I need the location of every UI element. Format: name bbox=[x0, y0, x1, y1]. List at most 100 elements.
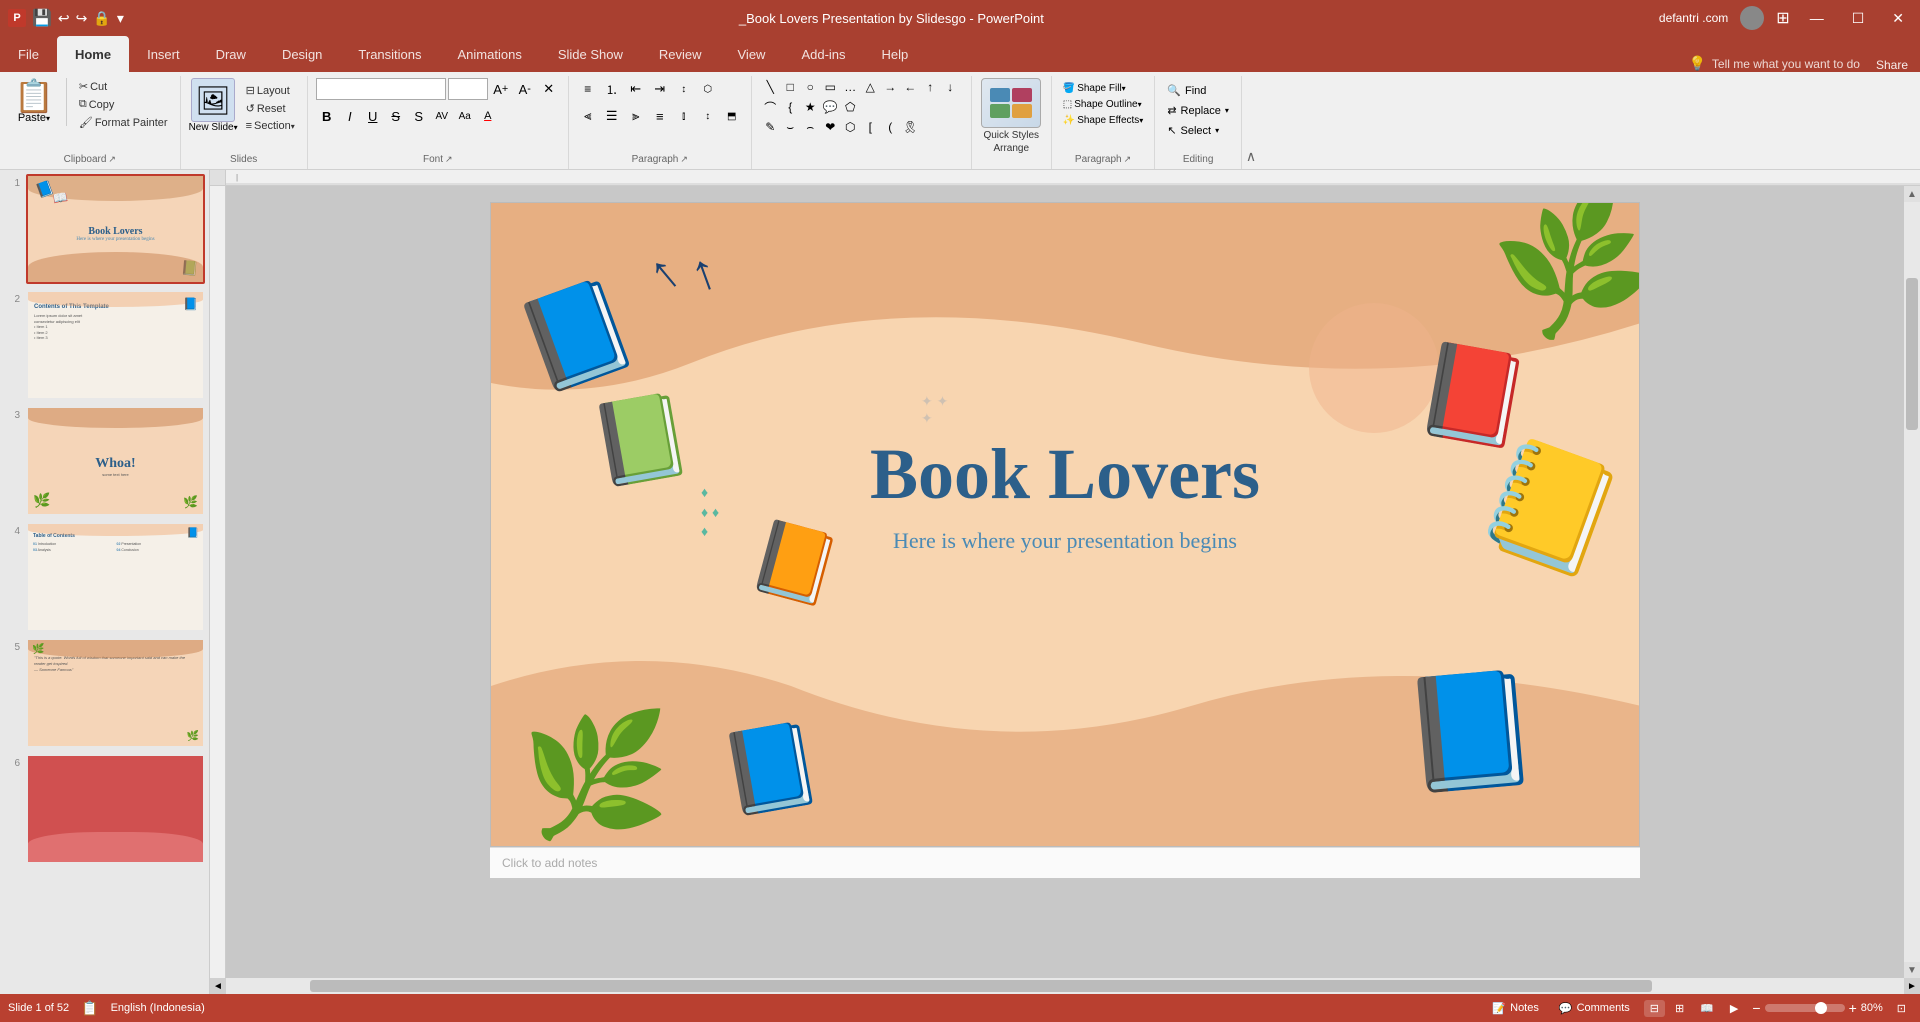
list-item[interactable]: 5 "This is a quote. Words full of wisdom… bbox=[4, 638, 205, 748]
save-icon[interactable]: 💾 bbox=[32, 8, 52, 28]
scroll-thumb-v[interactable] bbox=[1906, 278, 1918, 430]
shrink-font-button[interactable]: A- bbox=[514, 78, 536, 100]
scroll-right-arrow[interactable]: ► bbox=[1904, 978, 1920, 994]
list-item[interactable]: 3 Whoa! some text here 🌿 🌿 bbox=[4, 406, 205, 516]
shape-oval-btn[interactable]: ○ bbox=[801, 78, 819, 96]
shape-heart-btn[interactable]: ❤ bbox=[821, 118, 839, 136]
format-painter-button[interactable]: 🖌 Format Painter bbox=[75, 114, 172, 131]
quick-styles-button[interactable] bbox=[981, 78, 1041, 128]
tab-transitions[interactable]: Transitions bbox=[340, 36, 439, 72]
zoom-out-icon[interactable]: − bbox=[1752, 1000, 1760, 1016]
shape-paren-btn[interactable]: ( bbox=[881, 118, 899, 136]
shape-tri-btn[interactable]: △ bbox=[861, 78, 879, 96]
slide-sorter-button[interactable]: ⊞ bbox=[1669, 1000, 1690, 1017]
shape-arrow-down-btn[interactable]: ↓ bbox=[941, 78, 959, 96]
arrange-button[interactable]: Arrange bbox=[993, 143, 1029, 154]
shadow-button[interactable]: S bbox=[408, 105, 430, 127]
shape-outline-button[interactable]: ⬚ Shape Outline ▾ bbox=[1060, 98, 1145, 111]
tab-file[interactable]: File bbox=[0, 36, 57, 72]
maximize-button[interactable]: ☐ bbox=[1844, 8, 1873, 29]
slide-thumb-6[interactable] bbox=[26, 754, 205, 864]
scroll-up-arrow[interactable]: ▲ bbox=[1904, 186, 1920, 202]
drawing-dialog-icon[interactable]: ↗ bbox=[1124, 154, 1132, 165]
ribbon-collapse-icon[interactable]: ∧ bbox=[1246, 148, 1256, 165]
shape-brace-btn[interactable]: { bbox=[781, 98, 799, 116]
clipboard-dialog-icon[interactable]: ↗ bbox=[108, 154, 116, 165]
align-right-button[interactable]: ⫸ bbox=[625, 105, 647, 127]
redo-icon[interactable]: ↪ bbox=[76, 10, 88, 27]
layout-button[interactable]: ⊟ Layout bbox=[242, 82, 299, 99]
notes-input[interactable]: Click to add notes bbox=[490, 847, 1640, 878]
slide-thumb-1[interactable]: Book Lovers Here is where your presentat… bbox=[26, 174, 205, 284]
scroll-track-v[interactable] bbox=[1904, 202, 1920, 962]
zoom-level[interactable]: 80% bbox=[1861, 1002, 1883, 1014]
char-spacing-button[interactable]: AV bbox=[431, 105, 453, 127]
tab-draw[interactable]: Draw bbox=[198, 36, 264, 72]
list-item[interactable]: 1 Book Lovers Here is where your present… bbox=[4, 174, 205, 284]
font-color-button[interactable]: A bbox=[477, 105, 499, 127]
shape-more-btn[interactable]: … bbox=[841, 78, 859, 96]
increase-indent-button[interactable]: ⇥ bbox=[649, 78, 671, 100]
zoom-slider[interactable] bbox=[1765, 1004, 1845, 1012]
horizontal-scrollbar[interactable]: ◄ ► bbox=[210, 978, 1920, 994]
search-label[interactable]: Tell me what you want to do bbox=[1712, 57, 1860, 71]
clear-format-button[interactable]: ✕ bbox=[538, 78, 560, 100]
convert-smartart-button[interactable]: ⬡ bbox=[697, 78, 719, 100]
copy-button[interactable]: ⧉ Copy bbox=[75, 96, 172, 113]
find-button[interactable]: 🔍 Find bbox=[1163, 82, 1210, 99]
undo-icon[interactable]: ↩ bbox=[58, 10, 70, 27]
normal-view-button[interactable]: ⊟ bbox=[1644, 1000, 1665, 1017]
customize-icon[interactable]: ▾ bbox=[117, 10, 124, 27]
tab-help[interactable]: Help bbox=[864, 36, 927, 72]
line-spacing-button[interactable]: ↕ bbox=[697, 105, 719, 127]
slideshow-button[interactable]: ▶ bbox=[1724, 1000, 1744, 1017]
list-item[interactable]: 2 Contents of This Template Lorem ipsum … bbox=[4, 290, 205, 400]
list-item[interactable]: 4 Table of Contents 01 Introduction 02 P… bbox=[4, 522, 205, 632]
comments-toggle-button[interactable]: 💬 Comments bbox=[1553, 1000, 1636, 1017]
strikethrough-button[interactable]: S bbox=[385, 105, 407, 127]
quick-styles-label[interactable]: Quick Styles bbox=[983, 130, 1039, 141]
font-size-input[interactable] bbox=[448, 78, 488, 100]
shape-arc-btn[interactable]: ⌣ bbox=[781, 118, 799, 136]
shape-arrow-up-btn[interactable]: ↑ bbox=[921, 78, 939, 96]
minimize-button[interactable]: — bbox=[1802, 8, 1832, 28]
shape-callout-btn[interactable]: 💬 bbox=[821, 98, 839, 116]
zoom-thumb[interactable] bbox=[1815, 1002, 1827, 1014]
tab-home[interactable]: Home bbox=[57, 36, 129, 72]
change-case-button[interactable]: Aa bbox=[454, 105, 476, 127]
cut-button[interactable]: ✂ Cut bbox=[75, 78, 172, 95]
new-slide-button[interactable]: 🖼 New Slide▾ bbox=[189, 78, 238, 133]
scroll-down-arrow[interactable]: ▼ bbox=[1904, 962, 1920, 978]
slide-scroll[interactable]: 1 Book Lovers Here is where your present… bbox=[0, 170, 209, 994]
user-avatar[interactable] bbox=[1740, 6, 1764, 30]
font-dialog-icon[interactable]: ↗ bbox=[445, 154, 453, 165]
scroll-left-arrow[interactable]: ◄ bbox=[210, 978, 226, 994]
protect-icon[interactable]: 🔒 bbox=[93, 10, 110, 27]
shape-arrow-right-btn[interactable]: → bbox=[881, 78, 899, 96]
decrease-indent-button[interactable]: ⇤ bbox=[625, 78, 647, 100]
shape-line-btn[interactable]: ╲ bbox=[761, 78, 779, 96]
shape-rect2-btn[interactable]: ▭ bbox=[821, 78, 839, 96]
section-button[interactable]: ≡ Section▾ bbox=[242, 118, 299, 134]
shape-bracket-btn[interactable]: [ bbox=[861, 118, 879, 136]
notes-toggle-button[interactable]: 📝 Notes bbox=[1486, 1000, 1544, 1017]
select-button[interactable]: ↖ Select ▾ bbox=[1163, 122, 1223, 139]
tab-design[interactable]: Design bbox=[264, 36, 340, 72]
shape-hexagon-btn[interactable]: ⬡ bbox=[841, 118, 859, 136]
align-center-button[interactable]: ☰ bbox=[601, 105, 623, 127]
numbering-button[interactable]: ⒈ bbox=[601, 78, 623, 100]
reset-button[interactable]: ↺ Reset bbox=[242, 100, 299, 117]
slide-thumb-3[interactable]: Whoa! some text here 🌿 🌿 bbox=[26, 406, 205, 516]
vertical-scrollbar[interactable]: ▲ ▼ bbox=[1904, 186, 1920, 978]
font-name-input[interactable] bbox=[316, 78, 446, 100]
shape-ribbon-btn[interactable]: 🎗 bbox=[901, 118, 919, 136]
paragraph-dialog-icon[interactable]: ↗ bbox=[680, 154, 688, 165]
tab-animations[interactable]: Animations bbox=[440, 36, 540, 72]
justify-button[interactable]: ≡ bbox=[649, 105, 671, 127]
replace-button[interactable]: ⇄ Replace ▾ bbox=[1163, 102, 1233, 119]
bullets-button[interactable]: ≡ bbox=[577, 78, 599, 100]
fit-slide-button[interactable]: ⊡ bbox=[1891, 1000, 1912, 1017]
shape-rect-btn[interactable]: □ bbox=[781, 78, 799, 96]
align-left-button[interactable]: ⫷ bbox=[577, 105, 599, 127]
slide-thumb-4[interactable]: Table of Contents 01 Introduction 02 Pre… bbox=[26, 522, 205, 632]
